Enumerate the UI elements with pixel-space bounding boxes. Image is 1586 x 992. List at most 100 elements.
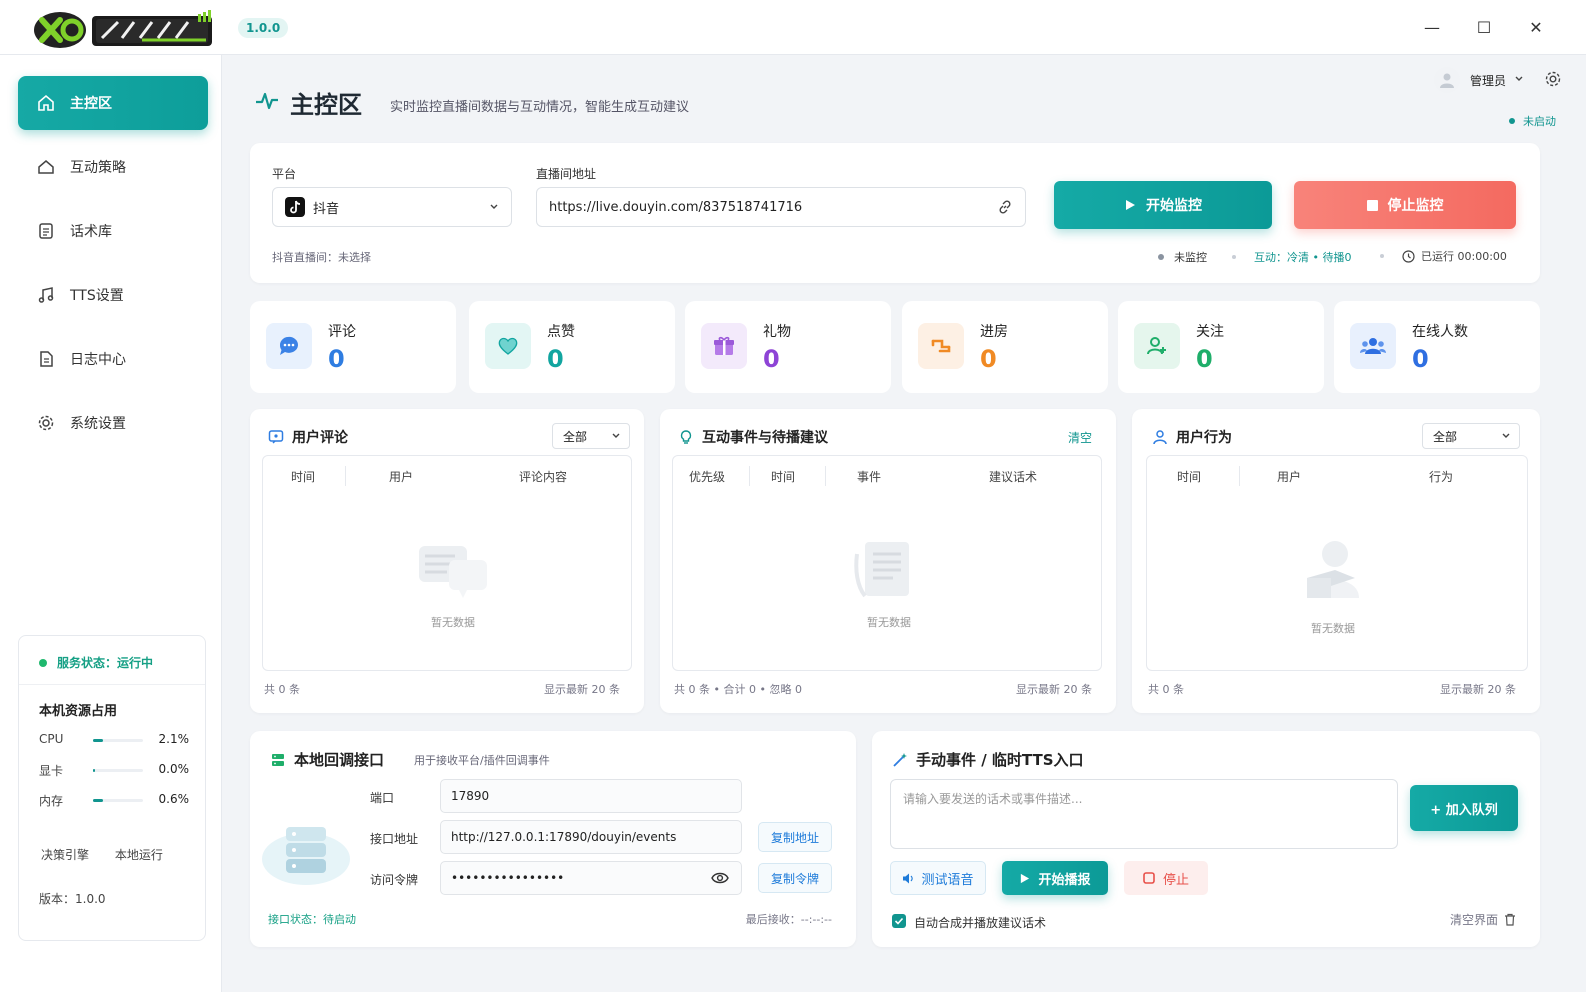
sidebar-item-settings[interactable]: 系统设置 (18, 396, 208, 450)
home-icon (36, 93, 56, 113)
users-icon (1350, 323, 1396, 369)
main-area: 主控区 实时监控直播间数据与互动情况，智能生成互动建议 管理员 未启动 平台 抖… (222, 55, 1586, 992)
close-button[interactable]: ✕ (1524, 16, 1548, 40)
address-input[interactable]: http://127.0.0.1:17890/douyin/events (440, 820, 742, 854)
sidebar-item-strategy[interactable]: 互动策略 (18, 140, 208, 194)
behavior-filter-select[interactable]: 全部 (1422, 423, 1520, 449)
comments-table: 时间 用户 评论内容 暂无数据 (262, 455, 632, 671)
sidebar-item-label: 日志中心 (70, 352, 126, 368)
column-header: 时间 (771, 470, 796, 484)
events-panel: 互动事件与待播建议 清空 优先级 时间 事件 建议话术 暂无数据 共 0 条 •… (660, 409, 1116, 713)
monitor-card: 平台 抖音 直播间地址 https://live.douyin.com/8375… (250, 143, 1540, 283)
column-separator (345, 466, 346, 486)
room-hint: 抖音直播间：未选择 (272, 251, 371, 264)
empty-chat-icon (415, 542, 491, 604)
gear-icon (36, 413, 56, 433)
sidebar-item-tts[interactable]: TTS设置 (18, 268, 208, 322)
callback-title: 本地回调接口 用于接收平台/插件回调事件 (270, 749, 550, 770)
events-title: 互动事件与待播建议 (678, 427, 828, 447)
douyin-icon (285, 197, 305, 217)
user-menu[interactable]: 管理员 (1433, 67, 1562, 93)
port-input[interactable]: 17890 (440, 779, 742, 813)
events-table: 优先级 时间 事件 建议话术 暂无数据 (672, 455, 1102, 671)
manual-tts-panel: 手动事件 / 临时TTS入口 请输入要发送的话术或事件描述... + 加入队列 … (872, 731, 1540, 947)
lightbulb-icon (678, 429, 694, 445)
comments-total: 共 0 条 (264, 683, 300, 696)
speaker-icon (902, 872, 915, 885)
trash-icon (1504, 913, 1516, 926)
column-header: 评论内容 (519, 470, 568, 484)
auto-play-checkbox[interactable] (892, 914, 906, 928)
auto-play-label: 自动合成并播放建议话术 (914, 916, 1047, 930)
chevron-down-icon (1514, 73, 1524, 87)
events-clear-button[interactable]: 清空 (1068, 429, 1092, 446)
callback-subtitle: 用于接收平台/插件回调事件 (414, 753, 550, 767)
behavior-total: 共 0 条 (1148, 683, 1184, 696)
empty-text: 暂无数据 (431, 616, 475, 629)
url-label: 直播间地址 (536, 167, 597, 181)
enqueue-button[interactable]: + 加入队列 (1410, 785, 1518, 831)
events-latest: 显示最新 20 条 (1016, 683, 1092, 696)
column-header: 时间 (291, 470, 316, 484)
empty-document-icon (851, 540, 921, 604)
tts-textarea[interactable]: 请输入要发送的话术或事件描述... (890, 779, 1398, 849)
system-status-panel: 服务状态：运行中 本机资源占用 CPU 2.1% 显卡 0.0% 内存 0.6%… (18, 635, 206, 941)
play-icon (1124, 199, 1136, 211)
behavior-table: 时间 用户 行为 暂无数据 (1146, 455, 1528, 671)
copy-address-button[interactable]: 复制地址 (758, 822, 832, 852)
column-header: 时间 (1177, 470, 1202, 484)
empty-text: 暂无数据 (867, 616, 911, 629)
stat-card-comments: 评论 0 (250, 301, 456, 393)
token-input[interactable]: •••••••••••••••• (440, 861, 742, 895)
book-icon (36, 221, 56, 241)
divider (19, 684, 205, 685)
clear-screen-button[interactable]: 清空界面 (1450, 911, 1516, 928)
address-label: 接口地址 (370, 832, 419, 846)
url-input[interactable]: https://live.douyin.com/837518741716 (536, 187, 1026, 227)
column-header: 事件 (857, 470, 882, 484)
server-illustration (260, 819, 352, 893)
server-icon (270, 752, 286, 768)
page-title: 主控区 (290, 91, 362, 119)
stat-card-follows: 关注 0 (1118, 301, 1324, 393)
runtime: 已运行 00:00:00 (1380, 248, 1507, 264)
eye-icon[interactable] (711, 871, 729, 885)
sidebar-item-logs[interactable]: 日志中心 (18, 332, 208, 386)
test-voice-button[interactable]: 测试语音 (890, 861, 986, 895)
copy-token-button[interactable]: 复制令牌 (758, 863, 832, 893)
sidebar-item-main[interactable]: 主控区 (18, 76, 208, 130)
sidebar-item-label: 互动策略 (70, 160, 126, 176)
stat-card-online: 在线人数 0 (1334, 301, 1540, 393)
settings-icon[interactable] (1544, 70, 1562, 91)
sidebar-item-label: 话术库 (70, 224, 112, 240)
stop-monitor-button[interactable]: 停止监控 (1294, 181, 1516, 229)
maximize-button[interactable]: ☐ (1472, 16, 1496, 40)
resource-row-gpu: 显卡 0.0% (39, 762, 189, 778)
column-header: 优先级 (689, 470, 726, 484)
column-header: 建议话术 (989, 470, 1038, 484)
stat-card-gifts: 礼物 0 (685, 301, 891, 393)
minimize-button[interactable]: — (1420, 16, 1444, 40)
page-header: 主控区 实时监控直播间数据与互动情况，智能生成互动建议 (254, 85, 689, 120)
sidebar-item-label: 主控区 (70, 96, 112, 112)
sidebar-item-scripts[interactable]: 话术库 (18, 204, 208, 258)
chevron-down-icon (1501, 430, 1511, 444)
stop-broadcast-button[interactable]: 停止 (1124, 861, 1208, 895)
comments-filter-select[interactable]: 全部 (552, 423, 630, 449)
start-broadcast-button[interactable]: 开始播报 (1002, 861, 1108, 895)
page-subtitle: 实时监控直播间数据与互动情况，智能生成互动建议 (390, 100, 690, 115)
column-header: 用户 (389, 470, 414, 484)
resource-row-memory: 内存 0.6% (39, 792, 189, 808)
chevron-down-icon (489, 201, 499, 216)
run-status: 未启动 (1509, 113, 1556, 129)
platform-select[interactable]: 抖音 (272, 187, 512, 227)
empty-user-icon (1299, 538, 1369, 608)
callback-panel: 本地回调接口 用于接收平台/插件回调事件 端口 17890 接口地址 http:… (250, 731, 856, 947)
start-monitor-button[interactable]: 开始监控 (1054, 181, 1272, 229)
events-total: 共 0 条 • 合计 0 • 忽略 0 (674, 683, 802, 696)
link-icon[interactable] (997, 199, 1013, 219)
music-icon (36, 285, 56, 305)
column-header: 行为 (1429, 470, 1454, 484)
comments-latest: 显示最新 20 条 (544, 683, 620, 696)
resource-bar (93, 799, 143, 802)
